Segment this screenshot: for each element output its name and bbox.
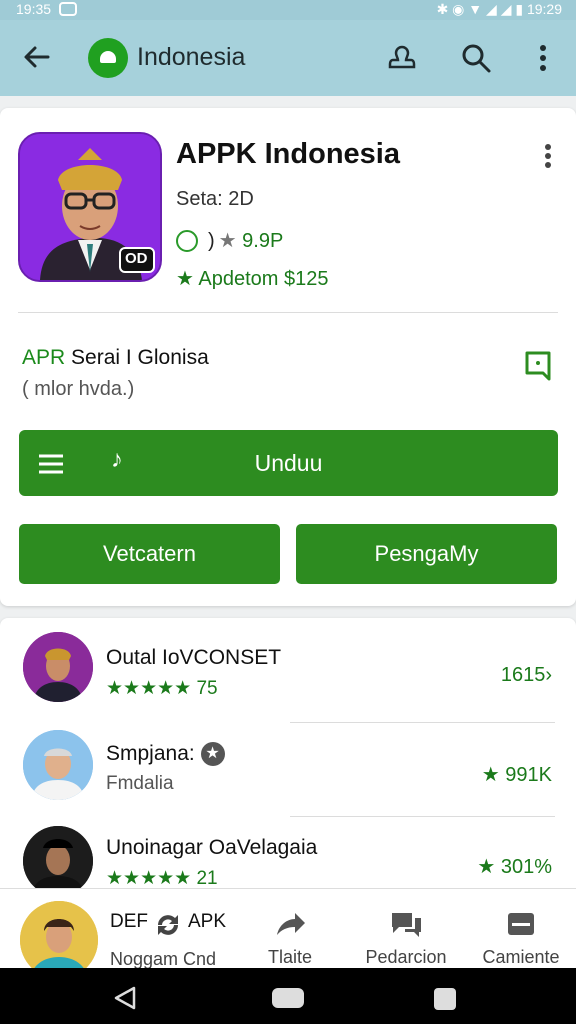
- list-item-sub: ★★★★★ 21: [106, 868, 218, 889]
- app-bar: Indonesia: [0, 20, 576, 96]
- nav-first-label: Noggam Cnd: [110, 949, 217, 969]
- left-action-button[interactable]: Vetcatern: [19, 524, 280, 584]
- star-icon: ★: [218, 230, 237, 252]
- app-rating: ) ★ 9.9P: [176, 228, 283, 253]
- list-item-name: Smpjana: ★: [106, 742, 225, 766]
- nav-first-top: DEF: [110, 911, 148, 932]
- nav-label: Tlaite: [267, 947, 312, 967]
- list-item-right: ★ 991K: [481, 764, 552, 786]
- section-subtitle: ( mlor hvda.): [22, 378, 135, 400]
- rating-value: 9.9P: [242, 230, 284, 252]
- nav-item-share[interactable]: Tlaite: [250, 889, 330, 969]
- search-icon[interactable]: [460, 42, 492, 74]
- system-navigation-bar: [0, 968, 576, 1024]
- status-time-right: ✱ ◉ ▼ ◢ ◢ ▮ 19:29: [436, 1, 562, 17]
- list-item-right: ★ 301%: [477, 856, 552, 878]
- card-more-icon[interactable]: [544, 144, 552, 168]
- list-item[interactable]: Smpjana: ★ Fmdalia ★ 991K: [0, 720, 576, 816]
- bookmark-icon[interactable]: [524, 350, 552, 382]
- back-arrow-icon[interactable]: [22, 42, 52, 72]
- list-item-right: 1615›: [500, 664, 552, 686]
- back-triangle-icon[interactable]: [112, 986, 138, 1010]
- signal-icons: ✱ ◉ ▼ ◢ ◢ ▮: [436, 1, 527, 17]
- home-button[interactable]: [272, 988, 304, 1008]
- section-title-rest: Serai I Glonisa: [65, 346, 209, 369]
- rating-circle-icon: [176, 230, 198, 252]
- right-action-button[interactable]: PesngaMy: [296, 524, 557, 584]
- app-hero-image: OD: [18, 132, 162, 282]
- status-bar: 19:35 ✱ ◉ ▼ ◢ ◢ ▮ 19:29: [0, 0, 576, 20]
- list-item-name-text: Smpjana:: [106, 742, 195, 765]
- bottom-navigation: DEF APK Noggam Cnd Tlaite Pedarcion Cami…: [0, 888, 576, 979]
- nav-item-folder[interactable]: Camiente: [478, 889, 564, 969]
- update-text: Apdetom $125: [198, 268, 329, 290]
- list-item-sub: ★★★★★ 75: [106, 678, 218, 699]
- appbar-title: Indonesia: [137, 43, 246, 71]
- hero-badge: OD: [125, 250, 148, 267]
- list-item-name: Outal IoVCONSET: [106, 646, 282, 669]
- more-vert-icon[interactable]: [527, 42, 559, 74]
- account-icon[interactable]: [386, 42, 418, 74]
- app-update: ★ Apdetom $125: [176, 266, 329, 291]
- badge-icon: ★: [200, 742, 225, 766]
- section-title-accent: APR: [22, 346, 66, 369]
- nav-label: Camiente: [482, 947, 560, 967]
- download-label: Unduu: [254, 450, 323, 476]
- avatar: [23, 632, 93, 702]
- list-item[interactable]: Outal IoVCONSET ★★★★★ 75 1615›: [0, 624, 576, 720]
- nav-item-chat[interactable]: Pedarcion: [360, 889, 452, 969]
- list-item-sub: Fmdalia: [106, 773, 174, 794]
- chat-icon: [392, 913, 421, 937]
- app-meta: Seta: 2D: [176, 188, 254, 210]
- folder-icon: [508, 913, 534, 935]
- app-title: APPK Indonesia: [176, 138, 400, 170]
- share-icon: [277, 913, 305, 935]
- avatar: [23, 730, 93, 800]
- nav-first-apk: APK: [188, 911, 227, 932]
- app-list-card: Outal IoVCONSET ★★★★★ 75 1615› Smpjana: …: [0, 618, 576, 908]
- section-title: APR Serai I Glonisa: [22, 346, 209, 370]
- nav-item-home[interactable]: DEF APK Noggam Cnd: [108, 889, 232, 969]
- refresh-icon: [158, 915, 178, 935]
- divider: [18, 312, 558, 313]
- avatar: [23, 826, 93, 896]
- paren-glyph: ): [208, 230, 215, 252]
- app-detail-card: OD APPK Indonesia Seta: 2D ) ★ 9.9P ★ Apd…: [0, 108, 576, 606]
- nav-label: Pedarcion: [365, 947, 447, 967]
- recents-button[interactable]: [434, 988, 456, 1010]
- status-time-left: 19:35: [16, 1, 78, 17]
- update-star-icon: ★: [176, 268, 194, 290]
- download-button[interactable]: ♪ Unduu: [19, 430, 558, 496]
- notification-icon: [59, 2, 78, 16]
- list-item-name: Unoinagar OaVelagaia: [106, 836, 318, 859]
- app-logo-icon: [88, 38, 128, 78]
